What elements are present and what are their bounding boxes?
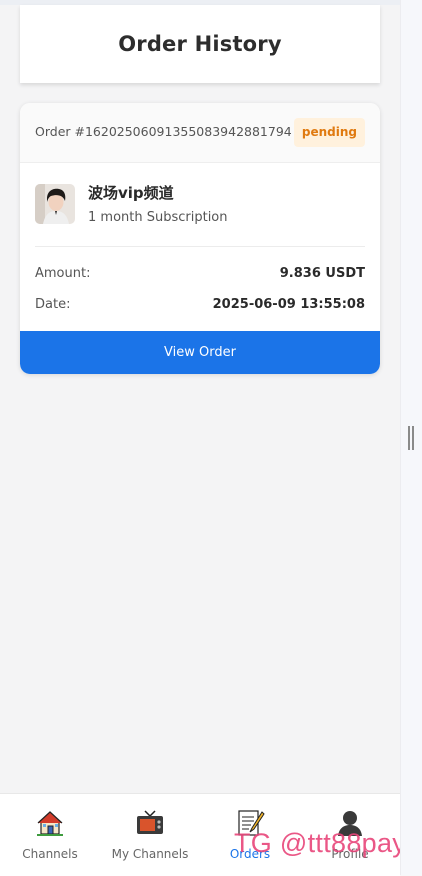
nav-item-my-channels[interactable]: My Channels: [100, 794, 200, 876]
page-header: Order History: [20, 5, 380, 83]
nav-label: Channels: [22, 847, 78, 861]
status-badge: pending: [293, 118, 365, 147]
tv-icon: [137, 810, 163, 834]
channel-avatar: [35, 184, 75, 224]
view-order-button[interactable]: View Order: [20, 331, 380, 374]
amount-label: Amount:: [35, 266, 91, 281]
page-title: Order History: [118, 32, 282, 56]
nav-label: My Channels: [111, 847, 189, 861]
subscription-label: 1 month Subscription: [88, 210, 228, 225]
scrollbar[interactable]: [400, 0, 422, 875]
order-card: Order #162025060913550839428817​94 pendi…: [20, 103, 380, 374]
nav-item-channels[interactable]: Channels: [0, 794, 100, 876]
order-card-header: Order #162025060913550839428817​94 pendi…: [20, 103, 380, 163]
watermark-text: TG @ttt88pay: [234, 828, 407, 858]
order-id: Order #162025060913550839428817​94: [35, 124, 292, 139]
divider: [35, 246, 365, 247]
date-value: 2025-06-09 13:55:08: [212, 297, 365, 312]
resize-grip-icon[interactable]: [408, 426, 414, 450]
house-icon: [37, 811, 63, 836]
channel-name: 波场vip频道: [88, 184, 174, 202]
date-label: Date:: [35, 297, 71, 312]
amount-value: 9.836 USDT: [279, 266, 365, 281]
app-screen: Order History Order #1620250609135508394…: [0, 0, 406, 876]
